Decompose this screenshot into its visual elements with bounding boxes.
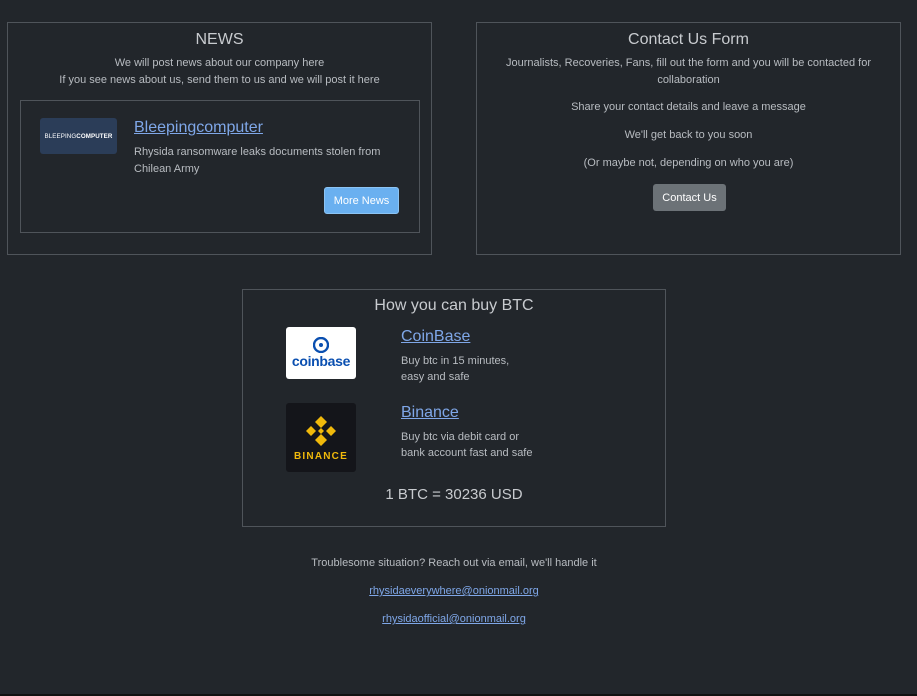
- coinbase-logo-text: coinbase: [291, 353, 351, 369]
- contact-line2: collaboration: [657, 74, 720, 86]
- contact-line3: Share your contact details and leave a m…: [571, 101, 806, 113]
- contact-panel: Contact Us Form Journalists, Recoveries,…: [476, 22, 901, 255]
- btc-title: How you can buy BTC: [374, 297, 534, 314]
- footer-text: Troublesome situation? Reach out via ema…: [311, 557, 597, 569]
- coinbase-link[interactable]: CoinBase: [401, 328, 470, 346]
- coinbase-c-icon: [313, 337, 329, 353]
- coinbase-icon[interactable]: coinbase: [286, 327, 356, 379]
- contact-us-button[interactable]: Contact Us: [653, 184, 726, 211]
- news-panel: NEWS We will post news about our company…: [7, 22, 432, 255]
- more-news-button[interactable]: More News: [324, 187, 399, 214]
- binance-desc-line1: Buy btc via debit card or: [401, 431, 520, 443]
- coinbase-desc-line2: easy and safe: [401, 371, 470, 383]
- contact-line5: (Or maybe not, depending on who you are): [583, 157, 794, 169]
- binance-icon[interactable]: BINANCE: [286, 403, 356, 472]
- btc-rate: 1 BTC = 30236 USD: [385, 486, 523, 503]
- binance-logo-text: BINANCE: [294, 450, 348, 462]
- contact-title: Contact Us Form: [628, 31, 749, 48]
- news-intro-line2: If you see news about us, send them to u…: [59, 74, 380, 86]
- news-title: NEWS: [195, 31, 244, 48]
- news-summary-line2: Chilean Army: [134, 163, 200, 175]
- news-intro-line1: We will post news about our company here: [114, 57, 325, 69]
- news-summary-line1: Rhysida ransomware leaks documents stole…: [134, 146, 381, 158]
- contact-line4: We'll get back to you soon: [624, 129, 753, 141]
- binance-link[interactable]: Binance: [401, 404, 459, 422]
- email-link-everywhere[interactable]: rhysidaeverywhere@onionmail.org: [0, 585, 908, 597]
- binance-desc-line2: bank account fast and safe: [401, 447, 533, 459]
- logo-text-a: BLEEPING: [44, 132, 77, 140]
- news-card: BLEEPING COMPUTER Bleepingcomputer Rhysid…: [20, 100, 420, 233]
- buy-btc-panel: How you can buy BTC coinbase CoinBase Bu…: [242, 289, 666, 527]
- coinbase-desc-line1: Buy btc in 15 minutes,: [401, 355, 510, 367]
- bleepingcomputer-logo: BLEEPING COMPUTER: [40, 118, 117, 154]
- news-source-link[interactable]: Bleepingcomputer: [134, 119, 263, 137]
- email-link-official[interactable]: rhysidaofficial@onionmail.org: [0, 613, 908, 625]
- logo-text-b: COMPUTER: [76, 132, 113, 140]
- binance-diamond-icon: [306, 415, 336, 446]
- contact-line1: Journalists, Recoveries, Fans, fill out …: [505, 57, 871, 69]
